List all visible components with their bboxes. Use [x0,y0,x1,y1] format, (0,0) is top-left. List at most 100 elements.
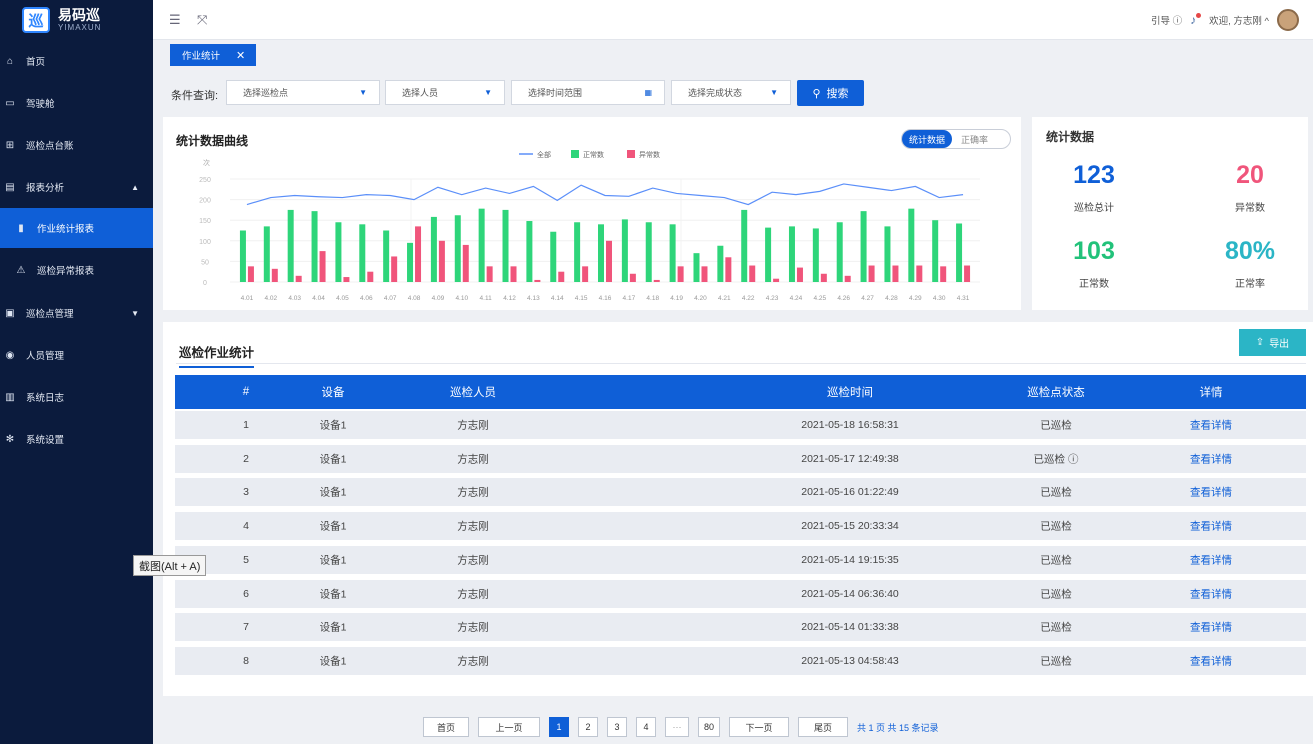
export-button[interactable]: ⇪ 导出 [1239,329,1306,356]
sidebar-item-checkpoint-mgmt[interactable]: ▣ 巡检点管理 ▼ [0,293,153,333]
bar-abnormal [964,265,971,282]
cell-person: 方志刚 [457,554,489,567]
bar-normal [430,216,437,282]
menu-collapse-icon[interactable]: ☰ [169,12,181,28]
bar-normal [860,211,867,282]
col-header-time: 巡检时间 [827,387,873,399]
cell-status: 已巡检 [1040,486,1072,499]
cell-device: 设备1 [319,621,347,634]
sidebar-item-abnormal-report[interactable]: ⚠ 巡检异常报表 [0,250,153,290]
status-select[interactable]: 选择完成状态 ▼ [671,80,791,105]
sidebar-item-ledger[interactable]: ⊞ 巡检点台账 [0,125,153,165]
view-detail-link[interactable]: 查看详情 [1190,519,1232,534]
screenshot-tooltip: 截图(Alt + A) [133,555,207,576]
stat-normal-value: 103 [1073,237,1115,265]
last-page-button[interactable]: 尾页 [798,717,848,737]
bar-abnormal [844,275,851,282]
bar-abnormal [796,267,803,282]
notification-dot [1196,13,1202,18]
sidebar-item-label: 首页 [26,57,46,68]
next-page-button[interactable]: 下一页 [729,717,789,737]
page-3-button[interactable]: 3 [607,717,627,737]
close-icon[interactable]: ✕ [236,49,245,62]
view-detail-link[interactable]: 查看详情 [1190,552,1232,567]
sidebar-item-work-stats-report[interactable]: ▮ 作业统计报表 [0,208,153,248]
fullscreen-icon[interactable]: ⤧ [197,12,207,28]
stat-rate-label: 正常率 [1235,279,1265,290]
bar-abnormal [247,266,254,282]
bar-normal [287,209,294,282]
help-icon: ⓘ [1172,16,1183,27]
tab-label: 作业统计 [182,51,221,62]
bar-normal [335,222,342,282]
bar-normal [621,219,628,282]
chevron-down-icon: ▼ [131,308,139,318]
table-row: 7 设备1 方志刚 2021-05-14 01:33:38 已巡检 查看详情 [175,613,1306,642]
sidebar-item-logs[interactable]: ▥ 系统日志 [0,377,153,417]
time-range-picker[interactable]: 选择时间范围 ▦ [511,80,665,105]
view-detail-link[interactable]: 查看详情 [1190,451,1232,466]
col-header-detail: 详情 [1199,387,1223,399]
bar-abnormal [916,265,923,282]
bar-abnormal [892,265,899,282]
user-menu[interactable]: 欢迎, 方志刚 ^ [1209,13,1269,27]
col-header-status: 巡检点状态 [1027,387,1085,399]
page-2-button[interactable]: 2 [578,717,598,737]
stat-abnormal-value: 20 [1236,161,1264,189]
bar-normal [526,221,533,282]
table-row: 5 设备1 方志刚 2021-05-14 19:15:35 已巡检 查看详情 [175,545,1306,574]
person-select[interactable]: 选择人员 ▼ [385,80,505,105]
tab-work-stats[interactable]: 作业统计 ✕ [170,44,256,66]
bar-abnormal [534,279,541,282]
view-detail-link[interactable]: 查看详情 [1190,485,1232,500]
cell-status: 已巡检 [1040,419,1072,432]
select-placeholder: 选择人员 [402,88,439,98]
bar-abnormal [677,266,684,282]
cell-person: 方志刚 [457,453,489,466]
sidebar-item-users[interactable]: ◉ 人员管理 [0,335,153,375]
prev-page-button[interactable]: 上一页 [478,717,540,737]
bar-abnormal [391,256,398,282]
avatar[interactable] [1277,9,1299,31]
filter-label: 条件查询: [171,90,219,102]
export-icon: ⇪ [1255,337,1265,348]
cell-time: 2021-05-18 16:58:31 [801,419,899,431]
x-tick-label: 4.15 [575,295,588,302]
sidebar-item-cockpit[interactable]: ▭ 驾驶舱 [0,83,153,123]
select-placeholder: 选择巡检点 [243,88,289,98]
bell-icon[interactable]: ♪ [1190,13,1202,27]
bar-abnormal [868,265,875,282]
search-button[interactable]: ⚲ 搜索 [797,80,864,106]
calendar-icon: ▦ [644,88,652,97]
sidebar-item-settings[interactable]: ✻ 系统设置 [0,419,153,459]
sidebar-item-reports[interactable]: ▤ 报表分析 ▲ [0,167,153,207]
view-detail-link[interactable]: 查看详情 [1190,418,1232,433]
page-1-button[interactable]: 1 [549,717,569,737]
first-page-button[interactable]: 首页 [423,717,469,737]
table-title: 巡检作业统计 [179,342,255,368]
stats-title: 统计数据 [1046,130,1095,144]
view-detail-link[interactable]: 查看详情 [1190,653,1232,668]
page-4-button[interactable]: 4 [636,717,656,737]
guide-link[interactable]: 引导 ⓘ [1151,13,1182,27]
bar-abnormal [558,271,565,282]
dropdown-arrow-icon: ▼ [359,88,367,97]
checkpoint-select[interactable]: 选择巡检点 ▼ [226,80,380,105]
view-detail-link[interactable]: 查看详情 [1190,620,1232,635]
app-name: 易码巡 [58,7,100,23]
cell-device: 设备1 [319,486,347,499]
view-detail-link[interactable]: 查看详情 [1190,586,1232,601]
bar-normal [788,226,795,282]
divider [176,363,1306,364]
cell-no: 6 [243,587,249,600]
page-80-button[interactable]: 80 [698,717,720,737]
sidebar-item-label: 巡检点台账 [26,141,74,152]
checkpoint-icon: ▣ [5,307,15,319]
sidebar-item-home[interactable]: ⌂ 首页 [0,41,153,81]
cell-no: 3 [243,486,249,499]
legend-label-normal: 正常数 [583,150,604,159]
user-icon: ◉ [5,349,15,361]
bar-abnormal [582,266,589,282]
stat-normal-label: 正常数 [1079,279,1109,290]
cell-status: 已巡检 ⓘ [1033,453,1079,466]
